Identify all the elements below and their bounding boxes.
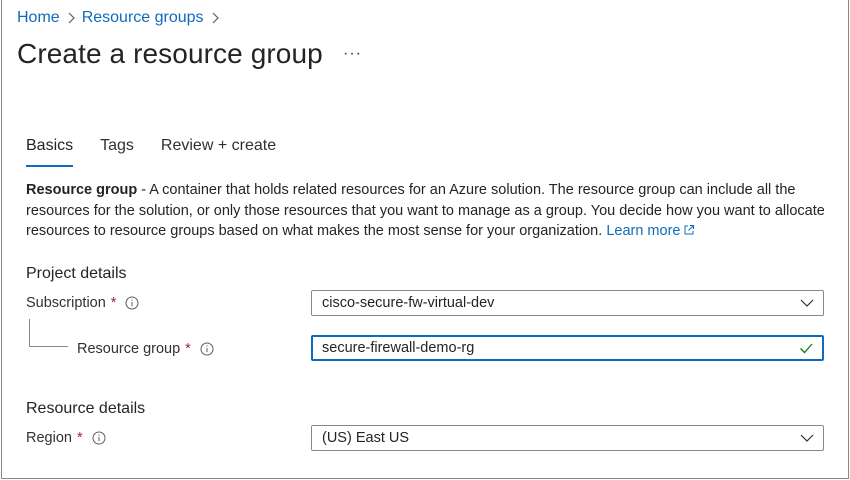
resource-group-label: Resource group * [77,341,214,357]
subscription-value: cisco-secure-fw-virtual-dev [322,295,495,311]
subscription-label: Subscription * [26,295,139,311]
external-link-icon [684,225,695,235]
breadcrumb-home[interactable]: Home [17,9,60,27]
hierarchy-connector [29,319,68,347]
resource-group-description: Resource group - A container that holds … [26,180,826,242]
tab-tags[interactable]: Tags [100,137,134,163]
breadcrumb-resource-groups[interactable]: Resource groups [82,9,204,27]
tab-bar: Basics Tags Review + create [26,137,303,167]
tab-basics[interactable]: Basics [26,137,74,167]
info-icon[interactable] [200,342,214,356]
chevron-down-icon [800,299,814,307]
page-title: Create a resource group [17,38,323,69]
info-icon[interactable] [92,431,106,445]
tab-review-create[interactable]: Review + create [161,137,276,163]
learn-more-label: Learn more [606,223,681,239]
region-value: (US) East US [322,430,410,446]
checkmark-icon [800,343,813,354]
chevron-right-icon [204,8,226,28]
chevron-right-icon [60,8,82,28]
description-text: - A container that holds related resourc… [26,182,825,239]
required-marker: * [76,430,83,446]
resource-details-heading: Resource details [26,400,146,417]
learn-more-link[interactable]: Learn more [606,223,695,239]
required-marker: * [110,295,117,311]
description-term: Resource group [26,182,138,198]
region-label-text: Region [26,430,72,446]
subscription-dropdown[interactable]: cisco-secure-fw-virtual-dev [311,290,824,316]
region-dropdown[interactable]: (US) East US [311,425,824,451]
resource-group-value: secure-firewall-demo-rg [322,340,475,356]
resource-group-input[interactable]: secure-firewall-demo-rg [311,335,824,361]
region-label: Region * [26,430,106,446]
resource-group-label-text: Resource group [77,341,181,357]
project-details-heading: Project details [26,265,127,282]
chevron-down-icon [800,434,814,442]
more-options-button[interactable]: ··· [343,45,362,63]
required-marker: * [185,341,191,357]
subscription-label-text: Subscription [26,295,106,311]
breadcrumb: Home Resource groups [17,8,226,28]
info-icon[interactable] [125,296,139,310]
